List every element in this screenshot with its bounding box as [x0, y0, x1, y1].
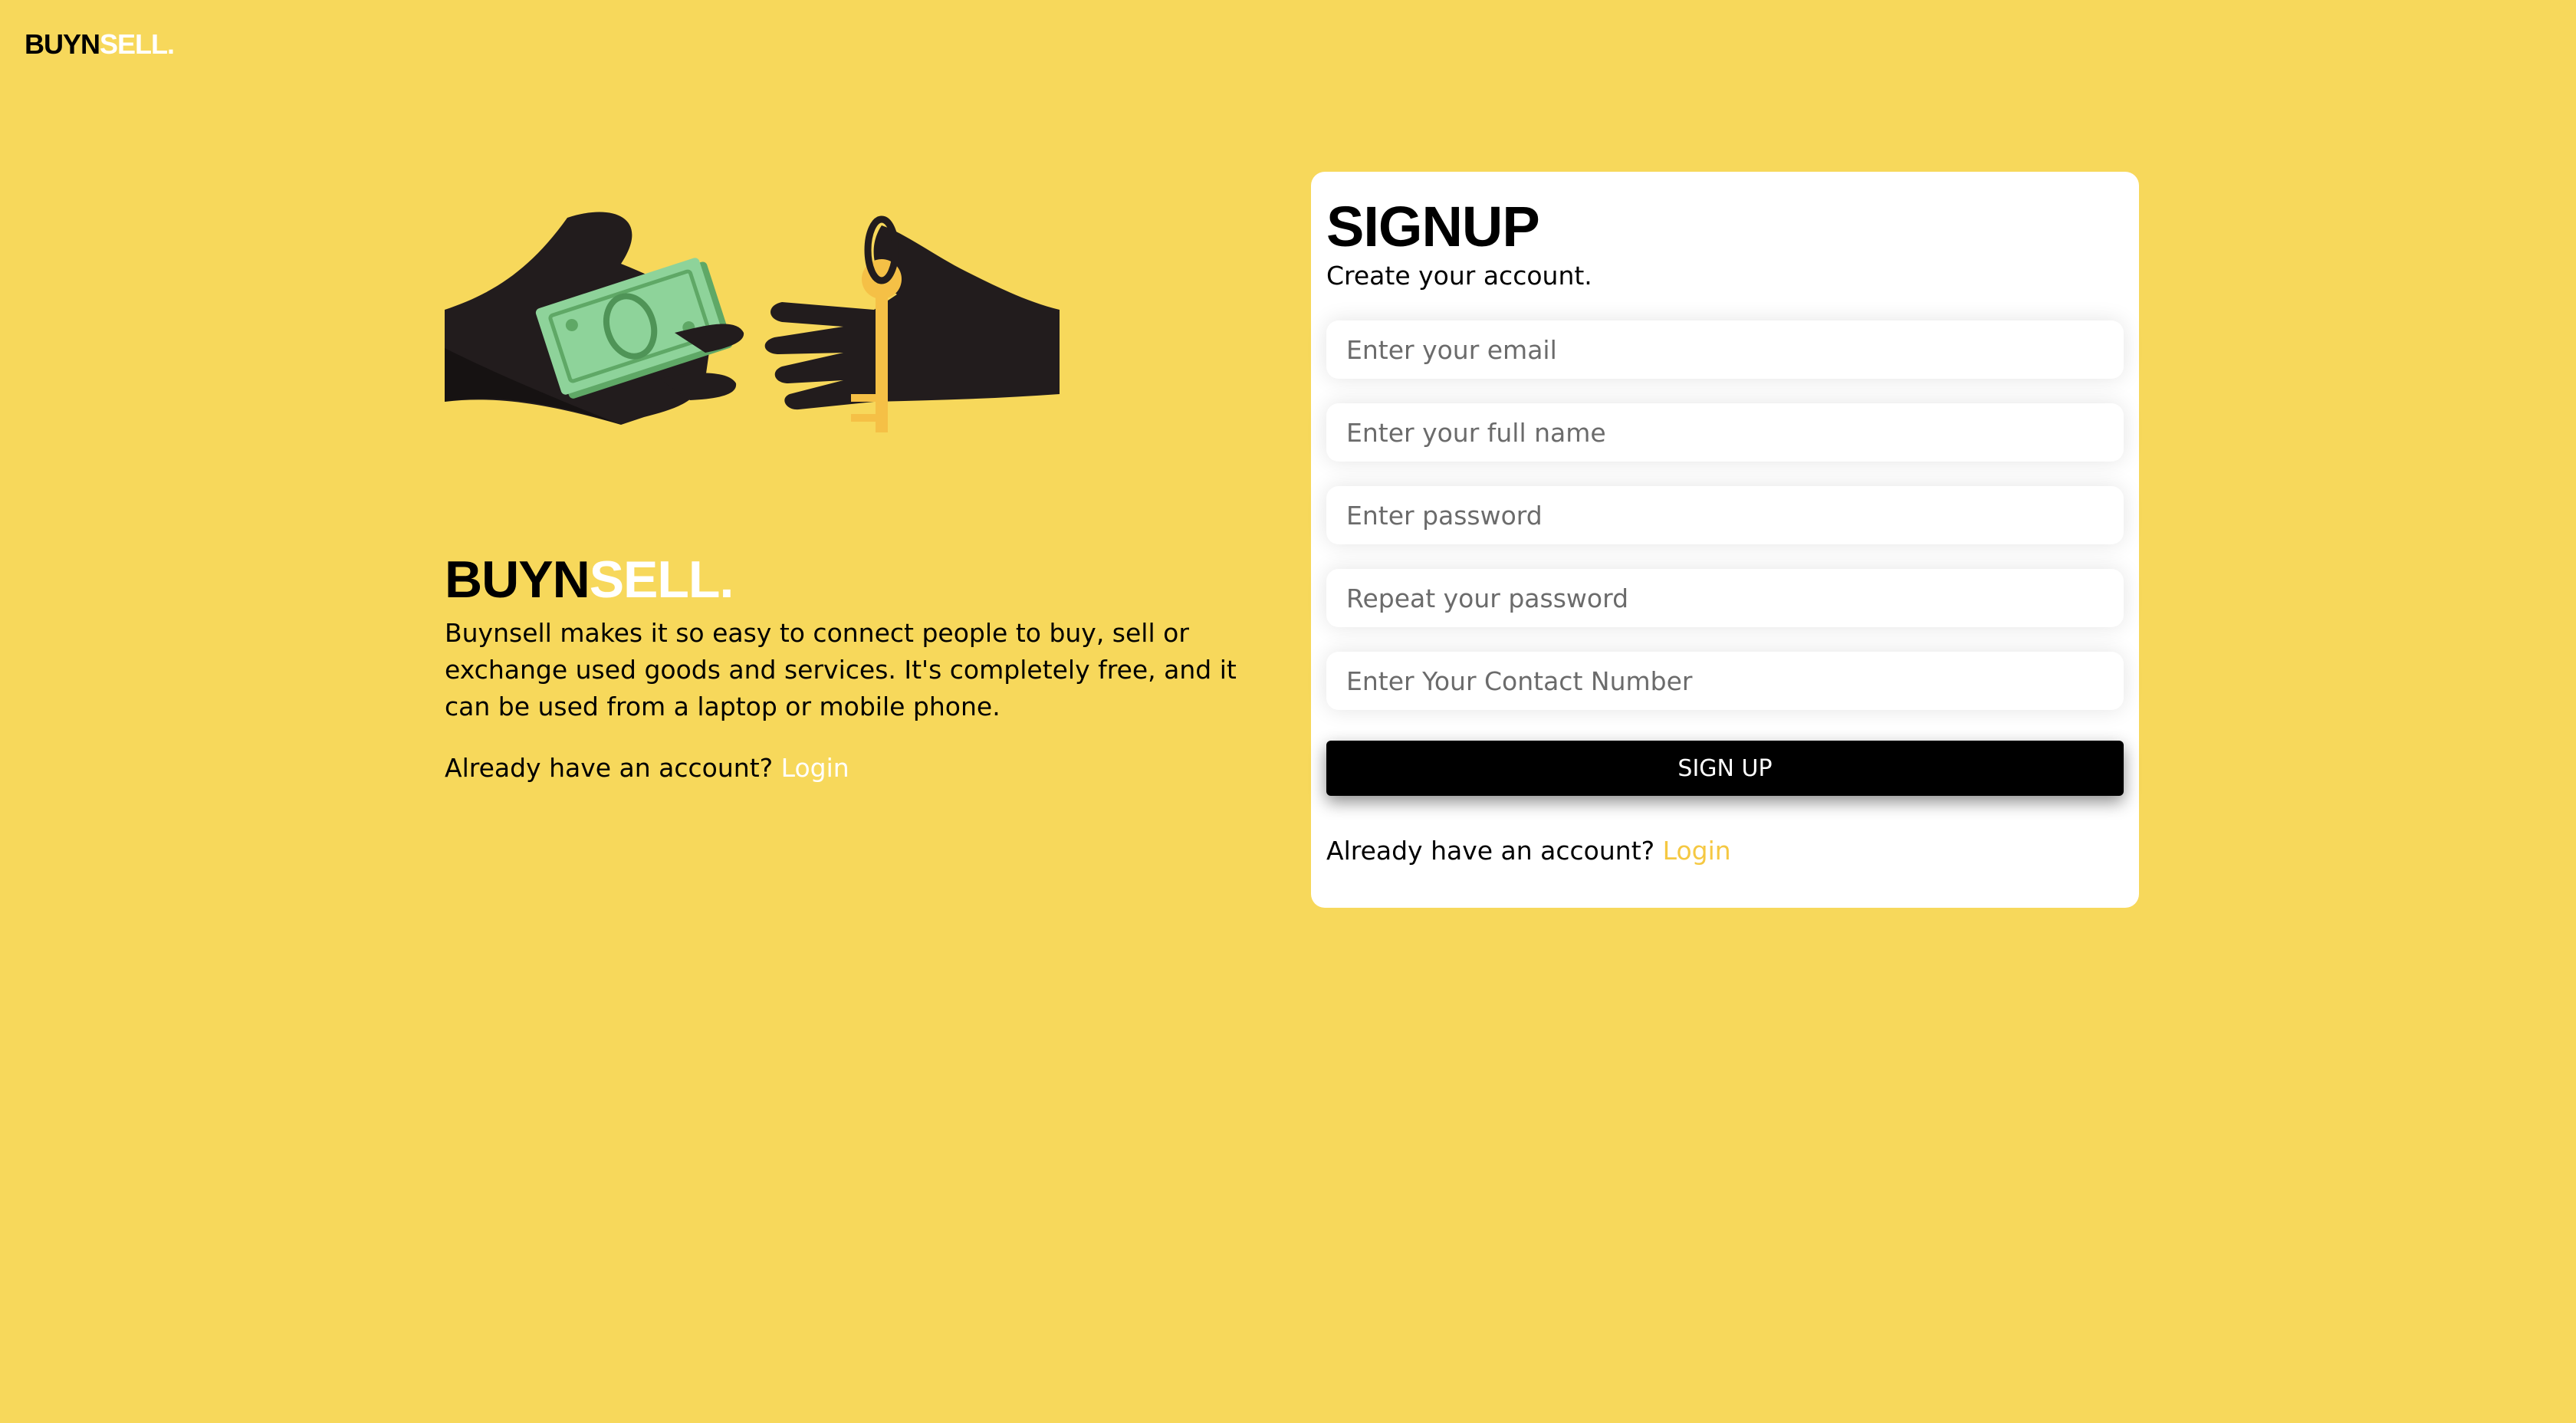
hero-brand: BUYNSELL.	[445, 549, 1242, 610]
hero-login-prompt-text: Already have an account?	[445, 753, 774, 783]
logo-text-light: SELL.	[100, 28, 175, 60]
email-field[interactable]	[1345, 334, 2105, 366]
full-name-field-wrapper	[1326, 403, 2124, 462]
brand-text-light: SELL.	[589, 550, 734, 609]
email-field-wrapper	[1326, 320, 2124, 379]
password-field[interactable]	[1345, 499, 2105, 531]
hands-exchange-illustration	[445, 212, 1060, 432]
hero-description: Buynsell makes it so easy to connect peo…	[445, 618, 1237, 721]
card-login-prompt-text: Already have an account?	[1326, 836, 1655, 866]
hero-section: BUYNSELL. Buynsell makes it so easy to c…	[445, 202, 1242, 787]
hero-login-prompt: Already have an account? Login	[445, 750, 1242, 787]
repeat-password-field-wrapper	[1326, 569, 2124, 627]
header-logo[interactable]: BUYNSELL.	[25, 26, 175, 63]
signup-button[interactable]: SIGN UP	[1326, 741, 2124, 796]
logo-text-dark: BUYN	[25, 28, 100, 60]
repeat-password-field[interactable]	[1345, 582, 2105, 614]
password-field-wrapper	[1326, 486, 2124, 544]
hero-login-link[interactable]: Login	[781, 753, 849, 783]
signup-card: SIGNUP Create your account. SIGN UP Alre…	[1311, 172, 2139, 908]
brand-text-dark: BUYN	[445, 550, 590, 609]
card-login-prompt: Already have an account? Login	[1326, 833, 2124, 869]
contact-number-field-wrapper	[1326, 652, 2124, 710]
signup-subtitle: Create your account.	[1326, 261, 1592, 291]
signup-fields	[1326, 320, 2124, 710]
card-login-link[interactable]: Login	[1663, 836, 1731, 866]
signup-title: SIGNUP	[1326, 195, 1540, 258]
full-name-field[interactable]	[1345, 416, 2105, 449]
contact-number-field[interactable]	[1345, 665, 2105, 697]
